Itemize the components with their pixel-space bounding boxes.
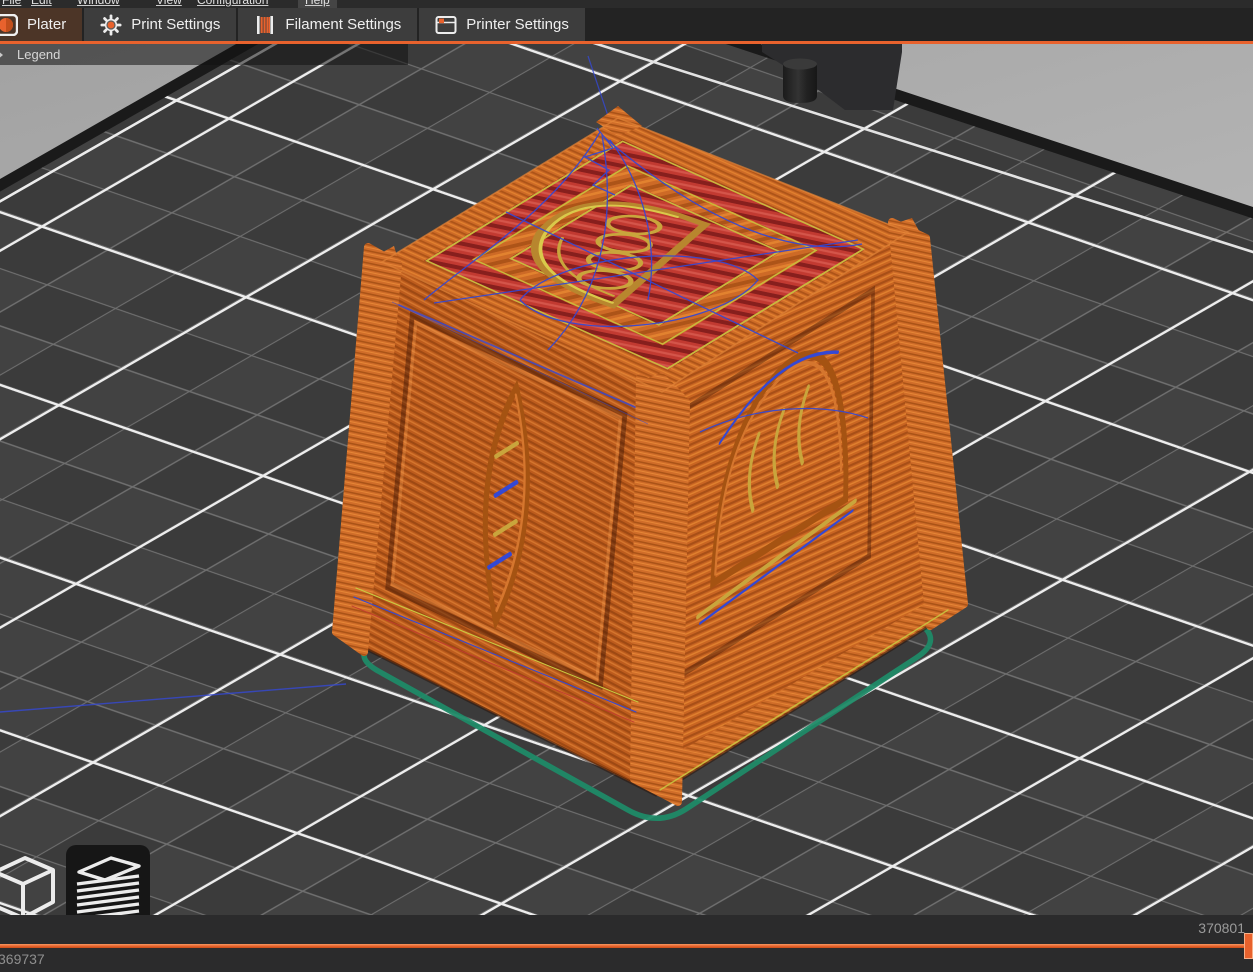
menu-bar: File Edit Window View Configuration Help xyxy=(0,0,1253,8)
legend-caret-icon xyxy=(0,50,3,60)
settings-tab-bar: Plater xyxy=(0,8,1253,41)
legend-label: Legend xyxy=(17,47,60,62)
menu-item-configuration[interactable]: Configuration xyxy=(197,0,268,7)
printer-icon xyxy=(435,14,457,36)
tab-print-settings[interactable]: Print Settings xyxy=(84,8,238,41)
preview-bottom-bar: 370801 369737 xyxy=(0,915,1253,972)
slider-min-value: 369737 xyxy=(0,951,45,967)
tab-filament-settings[interactable]: Filament Settings xyxy=(238,8,419,41)
view-mode-toolbar xyxy=(0,845,150,915)
menu-item-window[interactable]: Window xyxy=(77,0,120,7)
slicer-window: File Edit Window View Configuration Help… xyxy=(0,0,1253,972)
tab-accent-underline xyxy=(0,41,1253,44)
tab-label: Plater xyxy=(27,16,66,33)
layers-stack-icon xyxy=(71,850,145,915)
legend-panel-header[interactable]: Legend xyxy=(0,44,408,65)
menu-item-edit[interactable]: Edit xyxy=(31,0,52,7)
tab-label: Printer Settings xyxy=(466,16,569,33)
tab-printer-settings[interactable]: Printer Settings xyxy=(419,8,587,41)
tab-plater[interactable]: Plater xyxy=(0,8,84,41)
horizontal-move-slider[interactable] xyxy=(0,944,1253,948)
print-settings-gear-icon xyxy=(100,14,122,36)
tab-label: Filament Settings xyxy=(285,16,401,33)
view-mode-3d-editor-button[interactable] xyxy=(0,845,66,915)
gcode-preview-viewport[interactable]: Legend xyxy=(0,44,1253,915)
gcode-preview-canvas[interactable] xyxy=(0,44,1253,915)
menu-item-view[interactable]: View xyxy=(156,0,182,7)
slider-handle[interactable] xyxy=(1244,933,1253,959)
plater-icon xyxy=(0,14,18,36)
view-mode-preview-button[interactable] xyxy=(66,845,150,915)
3d-editor-cube-icon xyxy=(0,850,61,915)
menu-item-help[interactable]: Help xyxy=(298,0,337,8)
tab-label: Print Settings xyxy=(131,16,220,33)
slider-max-value: 370801 xyxy=(1198,920,1245,936)
menu-item-file[interactable]: File xyxy=(2,0,21,7)
filament-spool-icon xyxy=(254,14,276,36)
